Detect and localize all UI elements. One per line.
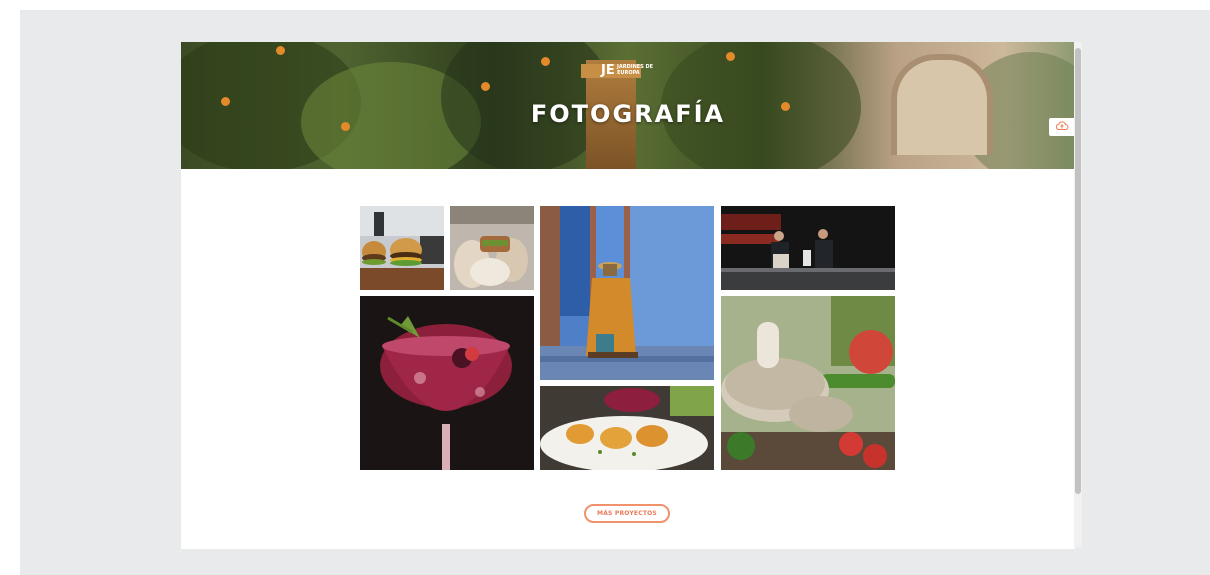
gallery-photo-stage-talk[interactable] (721, 206, 895, 290)
hero-banner: JE JARDINES DE EUROPA FOTOGRAFÍA (181, 42, 1075, 169)
cloud-upload-icon (1055, 118, 1069, 136)
gallery-photo-burgers[interactable] (360, 206, 444, 290)
gallery-photo-hands-food[interactable] (450, 206, 534, 290)
more-projects-button[interactable]: MÁS PROYECTOS (584, 504, 670, 523)
page: JE JARDINES DE EUROPA FOTOGRAFÍA MÁS PRO… (181, 42, 1075, 549)
gallery-photo-shrimp-dish[interactable] (540, 386, 714, 470)
logo-text: JARDINES DE EUROPA (617, 64, 654, 76)
upload-button[interactable] (1049, 118, 1075, 136)
gallery-photo-red-cocktail[interactable] (360, 296, 534, 470)
site-logo[interactable]: JE JARDINES DE EUROPA (601, 62, 655, 78)
logo-initials: JE (601, 63, 615, 78)
gallery-photo-mushrooms[interactable] (721, 296, 895, 470)
page-title: FOTOGRAFÍA (530, 100, 726, 128)
scrollbar-thumb[interactable] (1075, 48, 1081, 494)
scrollbar[interactable] (1074, 42, 1082, 547)
gallery-photo-blue-steps[interactable] (540, 206, 714, 380)
